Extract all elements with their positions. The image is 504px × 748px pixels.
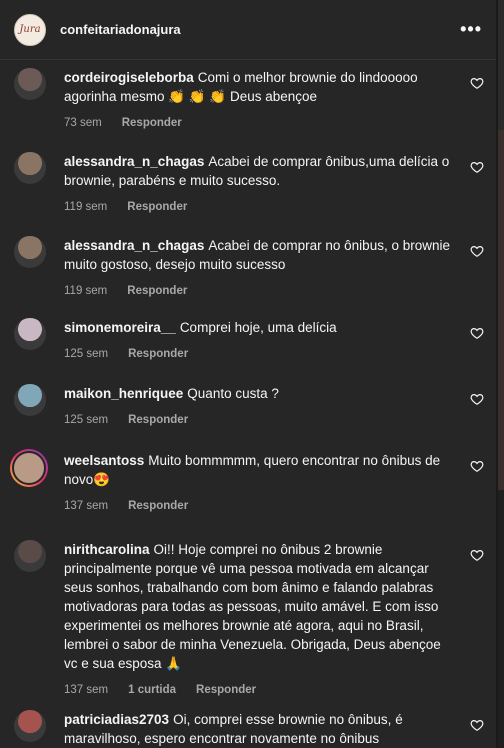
comment-meta: 125 sem Responder [64, 348, 452, 360]
comment-meta: 137 sem 1 curtida Responder [64, 684, 452, 696]
comment-meta: 125 sem Responder [64, 414, 452, 426]
comment-meta: 137 sem Responder [64, 500, 452, 512]
comment-time: 137 sem [64, 684, 109, 696]
comment-username[interactable]: maikon_henriquee [64, 386, 183, 401]
reply-button[interactable]: Responder [127, 201, 187, 213]
comment-username[interactable]: patriciadias2703 [64, 712, 169, 727]
comment-item: nirithcarolina Oi!! Hoje comprei no ônibu… [0, 540, 496, 696]
comment-username[interactable]: alessandra_n_chagas [64, 238, 204, 253]
comment-text: maikon_henriquee Quanto custa ? [64, 384, 452, 403]
comment-item: patriciadias2703 Oi, comprei esse brownie… [0, 710, 496, 748]
reply-button[interactable]: Responder [196, 684, 256, 696]
like-heart-icon[interactable] [470, 76, 484, 90]
avatar[interactable] [10, 449, 48, 487]
comments-panel: Jura confeitariadonajura ••• cordeirogis… [0, 0, 496, 748]
comment-body: Quanto custa ? [187, 386, 279, 401]
comment-body: Oi!! Hoje comprei no ônibus 2 brownie pr… [64, 542, 441, 671]
comment-item: cordeirogiseleborba Comi o melhor brownie… [0, 68, 496, 129]
comment-username[interactable]: nirithcarolina [64, 542, 150, 557]
comment-item: simonemoreira__ Comprei hoje, uma delícia… [0, 318, 496, 360]
comment-meta: 119 sem Responder [64, 201, 452, 213]
like-heart-icon[interactable] [470, 244, 484, 258]
comment-item: alessandra_n_chagas Acabei de comprar ôni… [0, 152, 496, 213]
post-header: Jura confeitariadonajura ••• [0, 0, 496, 60]
comment-likes[interactable]: 1 curtida [128, 684, 176, 696]
reply-button[interactable]: Responder [128, 414, 188, 426]
comment-time: 119 sem [64, 201, 108, 213]
avatar[interactable] [14, 710, 46, 742]
like-heart-icon[interactable] [470, 392, 484, 406]
like-heart-icon[interactable] [470, 459, 484, 473]
comment-time: 119 sem [64, 285, 108, 297]
comment-text: weelsantoss Muito bommmmm, quero encontra… [64, 451, 452, 489]
avatar[interactable] [14, 318, 46, 350]
comment-time: 137 sem [64, 500, 109, 512]
account-logo[interactable]: Jura [14, 13, 46, 46]
reply-button[interactable]: Responder [128, 348, 188, 360]
comment-item: weelsantoss Muito bommmmm, quero encontra… [0, 449, 496, 512]
background-edge [496, 0, 504, 748]
account-name[interactable]: confeitariadonajura [60, 22, 181, 37]
avatar[interactable] [14, 384, 46, 416]
comment-text: alessandra_n_chagas Acabei de comprar ôni… [64, 152, 452, 190]
reply-button[interactable]: Responder [127, 285, 187, 297]
reply-button[interactable]: Responder [128, 500, 188, 512]
avatar[interactable] [14, 152, 46, 184]
comment-username[interactable]: alessandra_n_chagas [64, 154, 204, 169]
like-heart-icon[interactable] [470, 160, 484, 174]
comment-time: 125 sem [64, 348, 109, 360]
comment-username[interactable]: simonemoreira__ [64, 320, 176, 335]
comment-item: maikon_henriquee Quanto custa ? 125 sem Res… [0, 384, 496, 426]
comment-text: patriciadias2703 Oi, comprei esse brownie… [64, 710, 452, 748]
comment-meta: 73 sem Responder [64, 117, 452, 129]
comment-username[interactable]: cordeirogiseleborba [64, 70, 194, 85]
like-heart-icon[interactable] [470, 326, 484, 340]
comment-text: nirithcarolina Oi!! Hoje comprei no ônibu… [64, 540, 452, 673]
comment-time: 125 sem [64, 414, 109, 426]
comment-text: alessandra_n_chagas Acabei de comprar no … [64, 236, 452, 274]
avatar[interactable] [14, 68, 46, 100]
like-heart-icon[interactable] [470, 718, 484, 732]
comment-text: simonemoreira__ Comprei hoje, uma delícia [64, 318, 452, 337]
comment-list: cordeirogiseleborba Comi o melhor brownie… [0, 60, 496, 746]
comment-username[interactable]: weelsantoss [64, 453, 144, 468]
comment-meta: 119 sem Responder [64, 285, 452, 297]
more-options-icon[interactable]: ••• [460, 19, 482, 40]
reply-button[interactable]: Responder [122, 117, 182, 129]
comment-body: Comprei hoje, uma delícia [179, 320, 337, 335]
avatar[interactable] [14, 540, 46, 572]
comment-text: cordeirogiseleborba Comi o melhor brownie… [64, 68, 452, 106]
avatar[interactable] [14, 236, 46, 268]
like-heart-icon[interactable] [470, 548, 484, 562]
comment-item: alessandra_n_chagas Acabei de comprar no … [0, 236, 496, 297]
comment-time: 73 sem [64, 117, 102, 129]
logo-text: Jura [19, 24, 41, 35]
